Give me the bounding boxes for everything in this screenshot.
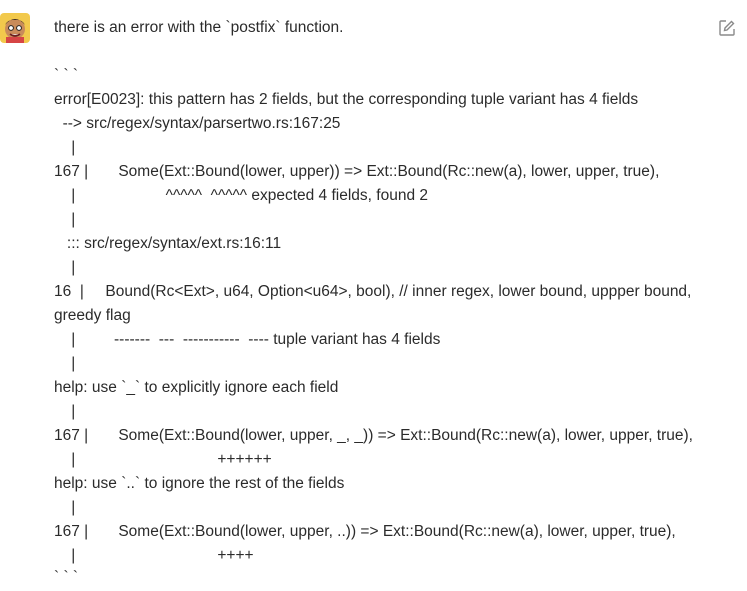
- output-line: 16 | Bound(Rc<Ext>, u64, Option<u64>, bo…: [54, 283, 692, 300]
- output-line: 167 | Some(Ext::Bound(lower, upper, ..))…: [54, 523, 676, 540]
- output-line: |: [54, 355, 76, 372]
- output-line: |: [54, 139, 76, 156]
- code-fence-close: ` ` `: [54, 569, 79, 586]
- output-line: ::: src/regex/syntax/ext.rs:16:11: [54, 235, 282, 252]
- avatar: [0, 13, 30, 43]
- message-title: there is an error with the `postfix` fun…: [54, 19, 344, 36]
- output-line: |: [54, 259, 76, 276]
- output-line: |: [54, 499, 76, 516]
- edit-icon[interactable]: [718, 19, 736, 37]
- output-line: | ------- --- ----------- ---- tuple var…: [54, 331, 441, 348]
- help-line: help: use `..` to ignore the rest of the…: [54, 475, 345, 492]
- output-line: 167 | Some(Ext::Bound(lower, upper, _, _…: [54, 427, 693, 444]
- output-line: | ++++: [54, 547, 254, 564]
- code-fence-open: ` ` `: [54, 67, 79, 84]
- output-line: |: [54, 211, 76, 228]
- output-line: greedy flag: [54, 307, 131, 324]
- output-line: | ++++++: [54, 451, 272, 468]
- output-line: |: [54, 403, 76, 420]
- error-line: error[E0023]: this pattern has 2 fields,…: [54, 91, 639, 108]
- output-line: 167 | Some(Ext::Bound(lower, upper)) => …: [54, 163, 660, 180]
- avatar-face-icon: [0, 13, 30, 43]
- output-line: | ^^^^^ ^^^^^ expected 4 fields, found 2: [54, 187, 428, 204]
- help-line: help: use `_` to explicitly ignore each …: [54, 379, 339, 396]
- output-line: --> src/regex/syntax/parsertwo.rs:167:25: [54, 115, 341, 132]
